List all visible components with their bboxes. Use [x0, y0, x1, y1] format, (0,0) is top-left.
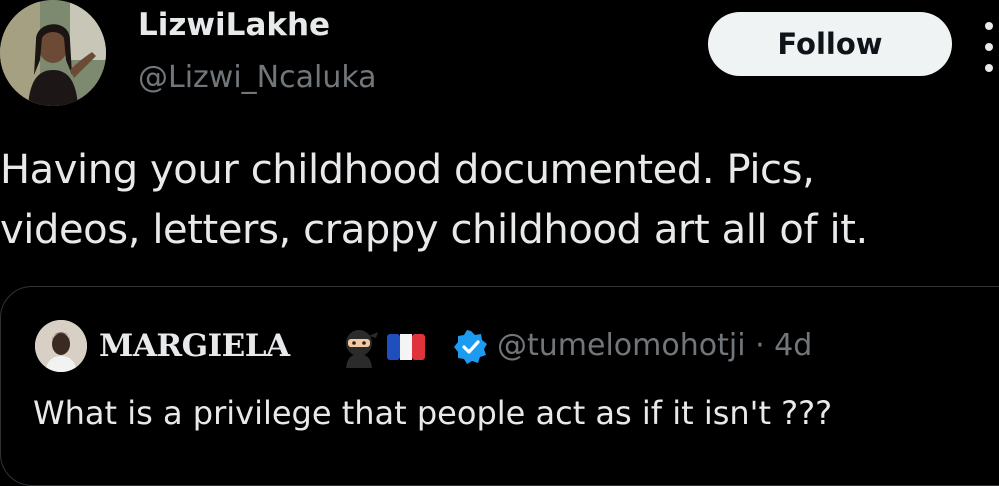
tweet-text-line: Having your childhood documented. Pics, [0, 147, 815, 193]
quoted-handle[interactable]: @tumelomohotji [497, 328, 746, 363]
quoted-author-avatar[interactable] [35, 320, 87, 372]
more-dot [985, 64, 993, 72]
more-dot [985, 22, 993, 30]
quoted-handle-time[interactable]: @tumelomohotji · 4d [497, 323, 812, 369]
quoted-avatar-image [35, 320, 87, 372]
more-vertical-icon[interactable] [979, 22, 999, 72]
author-display-name[interactable]: LizwiLakhe [138, 4, 330, 46]
verified-badge-icon [454, 330, 487, 364]
quoted-tweet-card[interactable] [0, 286, 999, 486]
tweet-text-line: videos, letters, crappy childhood art al… [0, 207, 868, 253]
ninja-emoji [346, 330, 378, 368]
more-dot [985, 43, 993, 51]
quoted-tweet-text: What is a privilege that people act as i… [33, 394, 833, 432]
quoted-display-name[interactable]: MARGIELA [99, 323, 290, 369]
tweet-text: Having your childhood documented. Pics, … [0, 140, 999, 260]
author-avatar[interactable] [0, 0, 106, 106]
author-handle[interactable]: @Lizwi_Ncaluka [138, 58, 377, 98]
follow-button[interactable]: Follow [708, 12, 952, 76]
flag-france-emoji [387, 334, 425, 360]
quoted-time[interactable]: · 4d [755, 328, 812, 363]
avatar-image [0, 0, 106, 106]
